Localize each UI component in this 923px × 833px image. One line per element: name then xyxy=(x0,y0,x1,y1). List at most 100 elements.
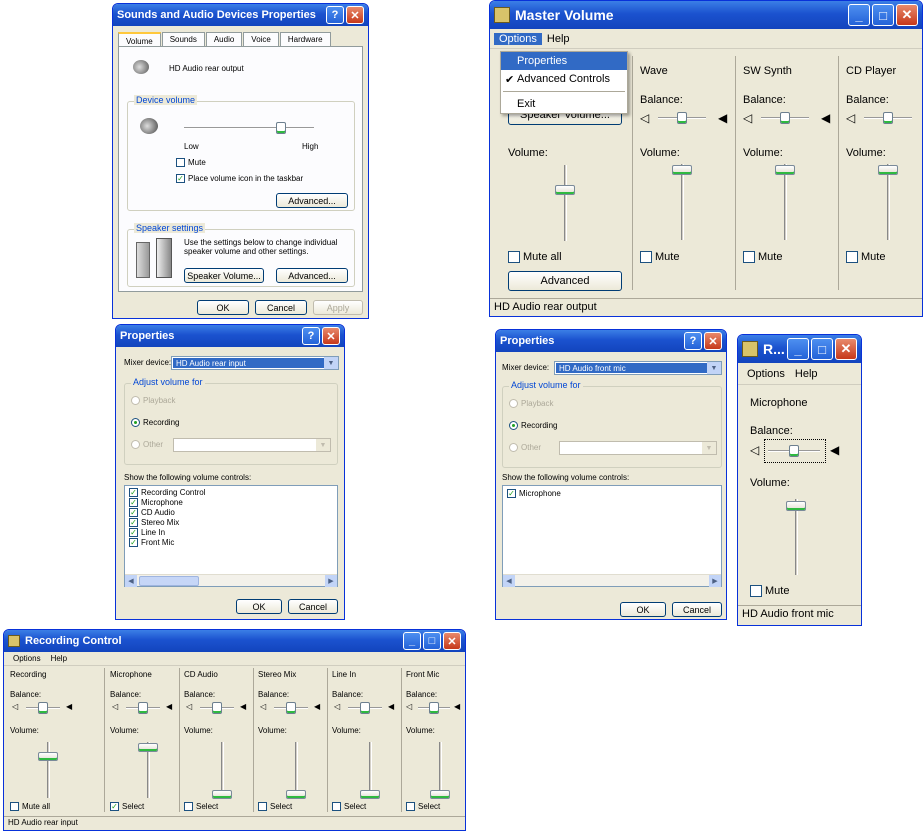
menu-help[interactable]: Help xyxy=(46,654,72,663)
slider-thumb[interactable] xyxy=(429,702,439,714)
balance-slider[interactable] xyxy=(418,702,450,714)
apply-button[interactable]: Apply xyxy=(313,300,363,315)
close-button[interactable]: ✕ xyxy=(322,327,340,345)
balance-slider[interactable] xyxy=(126,702,160,714)
slider-thumb[interactable] xyxy=(677,112,687,124)
menu-help[interactable]: Help xyxy=(542,33,575,45)
balance-slider[interactable] xyxy=(26,702,60,714)
volume-slider-thumb[interactable] xyxy=(786,501,806,511)
recording-radio[interactable]: Recording xyxy=(509,421,557,430)
menu-options[interactable]: Options xyxy=(494,32,542,45)
control-item[interactable]: ✓ CD Audio xyxy=(129,508,175,517)
slider-thumb[interactable] xyxy=(138,702,148,714)
mute-checkbox[interactable]: Mute xyxy=(743,251,782,263)
minimize-button[interactable]: _ xyxy=(848,4,870,26)
volume-slider-thumb[interactable] xyxy=(878,165,898,175)
scroll-left-icon[interactable]: ◀ xyxy=(503,575,515,587)
menu-options[interactable]: Options xyxy=(742,368,790,380)
minimize-button[interactable]: _ xyxy=(787,338,809,360)
volume-slider-thumb[interactable] xyxy=(38,752,58,761)
ok-button[interactable]: OK xyxy=(236,599,282,614)
maximize-button[interactable]: □ xyxy=(872,4,894,26)
properties-titlebar[interactable]: Properties ? ✕ xyxy=(496,330,726,352)
scroll-right-icon[interactable]: ▶ xyxy=(325,575,337,587)
select-checkbox[interactable]: Select xyxy=(184,802,218,811)
slider-thumb[interactable] xyxy=(780,112,790,124)
device-volume-slider[interactable] xyxy=(184,122,314,134)
volume-controls-list[interactable]: ✓ Recording Control ✓ Microphone ✓ CD Audio… xyxy=(124,485,338,587)
scroll-left-icon[interactable]: ◀ xyxy=(125,575,137,587)
close-button[interactable]: ✕ xyxy=(835,338,857,360)
minimize-button[interactable]: _ xyxy=(403,632,421,650)
horizontal-scrollbar[interactable]: ◀ ▶ xyxy=(125,574,337,587)
horizontal-scrollbar[interactable]: ◀ ▶ xyxy=(503,574,721,587)
control-item[interactable]: ✓ Line In xyxy=(129,528,165,537)
speaker-volume-button[interactable]: Speaker Volume... xyxy=(184,268,264,283)
scroll-thumb[interactable] xyxy=(139,576,199,586)
balance-slider[interactable] xyxy=(658,112,706,124)
close-button[interactable]: ✕ xyxy=(896,4,918,26)
place-icon-checkbox[interactable]: ✓ Place volume icon in the taskbar xyxy=(176,174,303,183)
menu-help[interactable]: Help xyxy=(790,368,823,380)
small-titlebar[interactable]: R... _ □ ✕ xyxy=(738,335,861,363)
playback-radio[interactable]: Playback xyxy=(509,399,553,408)
select-checkbox[interactable]: Select xyxy=(332,802,366,811)
chevron-down-icon[interactable]: ▼ xyxy=(707,362,721,374)
balance-slider[interactable] xyxy=(200,702,234,714)
properties-titlebar[interactable]: Properties ? ✕ xyxy=(116,325,344,347)
slider-thumb[interactable] xyxy=(883,112,893,124)
select-checkbox[interactable]: Select xyxy=(258,802,292,811)
volume-slider-thumb[interactable] xyxy=(672,165,692,175)
master-titlebar[interactable]: Master Volume _ □ ✕ xyxy=(490,1,922,29)
slider-thumb[interactable] xyxy=(286,702,296,714)
cancel-button[interactable]: Cancel xyxy=(672,602,722,617)
control-item[interactable]: ✓ Recording Control xyxy=(129,488,205,497)
balance-slider[interactable] xyxy=(348,702,382,714)
chevron-down-icon[interactable]: ▼ xyxy=(324,357,338,369)
balance-slider[interactable] xyxy=(768,445,820,457)
close-button[interactable]: ✕ xyxy=(443,632,461,650)
mute-checkbox[interactable]: Mute xyxy=(640,251,679,263)
volume-slider-thumb[interactable] xyxy=(212,790,232,799)
slider-thumb[interactable] xyxy=(360,702,370,714)
sounds-titlebar[interactable]: Sounds and Audio Devices Properties ? ✕ xyxy=(113,4,368,26)
menu-item-properties[interactable]: Properties xyxy=(501,52,627,70)
mute-all-checkbox[interactable]: Mute all xyxy=(508,251,562,263)
balance-slider[interactable] xyxy=(761,112,809,124)
balance-slider[interactable] xyxy=(864,112,912,124)
select-checkbox[interactable]: ✓ Select xyxy=(110,802,144,811)
volume-slider-thumb[interactable] xyxy=(775,165,795,175)
advanced-button[interactable]: Advanced... xyxy=(276,193,348,208)
volume-slider-thumb[interactable] xyxy=(555,185,575,195)
advanced-button[interactable]: Advanced xyxy=(508,271,622,291)
mute-checkbox[interactable]: Mute xyxy=(846,251,885,263)
slider-thumb[interactable] xyxy=(276,122,286,134)
help-button[interactable]: ? xyxy=(684,332,702,350)
ok-button[interactable]: OK xyxy=(197,300,249,315)
control-item[interactable]: ✓ Stereo Mix xyxy=(129,518,179,527)
menu-options[interactable]: Options xyxy=(8,654,46,663)
volume-slider-thumb[interactable] xyxy=(360,790,380,799)
ok-button[interactable]: OK xyxy=(620,602,666,617)
slider-thumb[interactable] xyxy=(789,445,799,457)
volume-slider-thumb[interactable] xyxy=(138,743,158,752)
volume-slider-thumb[interactable] xyxy=(286,790,306,799)
other-device-select[interactable]: ▼ xyxy=(173,438,331,452)
mute-checkbox[interactable]: Mute xyxy=(750,585,789,597)
control-item[interactable]: ✓ Microphone xyxy=(129,498,183,507)
balance-slider[interactable] xyxy=(274,702,308,714)
playback-radio[interactable]: Playback xyxy=(131,396,175,405)
chevron-down-icon[interactable]: ▼ xyxy=(316,439,330,451)
mute-checkbox[interactable]: Mute xyxy=(176,158,206,167)
mixer-device-select[interactable]: HD Audio front mic ▼ xyxy=(554,361,722,375)
maximize-button[interactable]: □ xyxy=(423,632,441,650)
chevron-down-icon[interactable]: ▼ xyxy=(702,442,716,454)
scroll-right-icon[interactable]: ▶ xyxy=(709,575,721,587)
control-item[interactable]: ✓ Front Mic xyxy=(129,538,174,547)
slider-thumb[interactable] xyxy=(38,702,48,714)
close-button[interactable]: ✕ xyxy=(704,332,722,350)
other-device-select[interactable]: ▼ xyxy=(559,441,717,455)
recording-radio[interactable]: Recording xyxy=(131,418,179,427)
volume-slider-thumb[interactable] xyxy=(430,790,450,799)
other-radio[interactable]: Other xyxy=(509,443,541,452)
